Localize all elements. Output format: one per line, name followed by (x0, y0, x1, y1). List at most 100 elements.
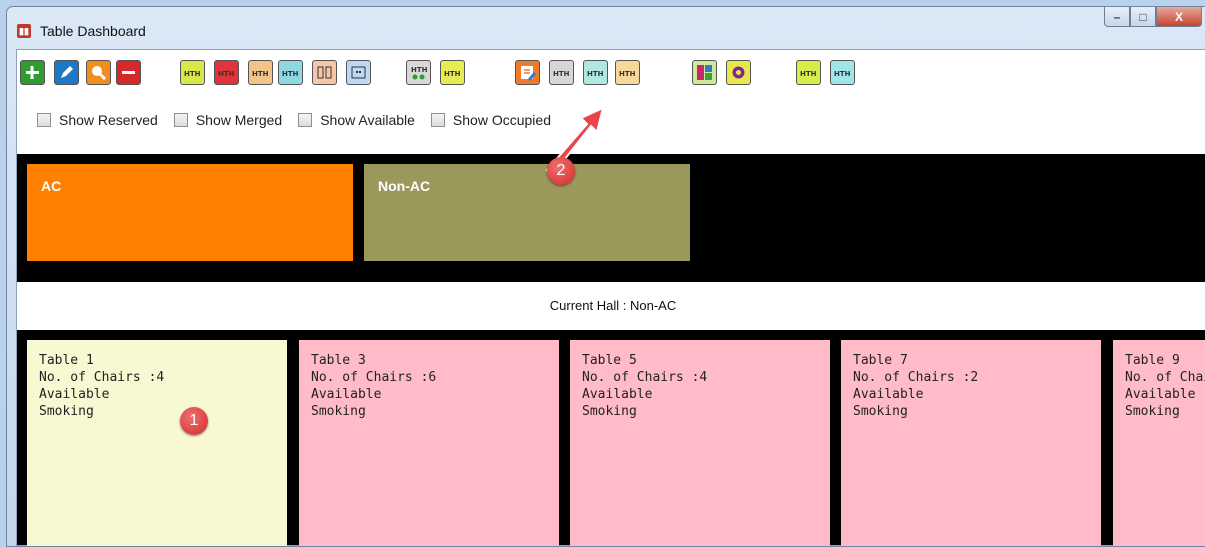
settings-button[interactable] (726, 60, 751, 85)
svg-text:HTH: HTH (834, 70, 851, 78)
table-card[interactable]: Table 3 No. of Chairs :6 Available Smoking (299, 340, 559, 546)
table-cross-icon: HTH (252, 70, 269, 78)
svg-text:HTH: HTH (184, 70, 201, 78)
table-card[interactable]: Table 5 No. of Chairs :4 Available Smoking (570, 340, 830, 546)
layout-button[interactable] (692, 60, 717, 85)
table-chairs: No. of Chairs :2 (853, 370, 979, 385)
hall-tile-non-ac[interactable]: Non-AC (364, 164, 690, 261)
table-list-button[interactable]: HTH (615, 60, 640, 85)
table-name: Table 3 (311, 353, 366, 368)
table-zone: Smoking (582, 404, 637, 419)
edit-icon (61, 66, 73, 78)
table-check-button[interactable]: HTH (180, 60, 205, 85)
settings-icon (732, 66, 745, 79)
table-red-icon: HTH (218, 70, 235, 78)
table-green-dots-icon: HTH (411, 66, 428, 80)
svg-text:HTH: HTH (282, 70, 299, 78)
add-button[interactable] (20, 60, 45, 85)
checkbox[interactable] (298, 113, 313, 127)
table-name: Table 7 (853, 353, 908, 368)
table-status: Available (1125, 387, 1196, 402)
table-yellow-check-icon: HTH (444, 70, 461, 78)
table-card[interactable]: Table 7 No. of Chairs :2 Available Smoking (841, 340, 1101, 546)
annotation-badge-2: 2 (547, 157, 575, 185)
table-name: Table 9 (1125, 353, 1180, 368)
client-area: HTH HTH HTH HTH HTH HTH HTH HTH HTH HTH HTH Show R… (16, 49, 1205, 546)
checkbox-label: Show Available (320, 112, 415, 128)
svg-text:HTH: HTH (444, 70, 461, 78)
layout-icon (697, 65, 712, 80)
table-chairs: No. of Chairs :4 (582, 370, 708, 385)
checkbox[interactable] (37, 113, 51, 127)
svg-text:HTH: HTH (587, 70, 604, 78)
current-hall-label: Current Hall : Non-AC (17, 282, 1205, 330)
table-name: Table 5 (582, 353, 637, 368)
minimize-button[interactable]: – (1104, 7, 1130, 27)
svg-text:HTH: HTH (218, 70, 235, 78)
table-card[interactable]: Table 1 No. of Chairs :4 Available Smoking (27, 340, 287, 546)
search-button[interactable] (86, 60, 111, 85)
table-status: Available (311, 387, 382, 402)
toolbar: HTH HTH HTH HTH HTH HTH HTH HTH HTH HTH HTH (20, 60, 1190, 90)
window-title: Table Dashboard (40, 23, 146, 39)
table-status: Available (39, 387, 110, 402)
filter-show-reserved[interactable]: Show Reserved (37, 112, 158, 128)
table-name: Table 1 (39, 353, 94, 368)
table-chairs: No. of Chairs :4 (1125, 370, 1205, 385)
table-zone: Smoking (39, 404, 94, 419)
table-dots-icon (351, 66, 366, 79)
table-dashboard-window: ▮▮ Table Dashboard – □ X HTH HTH HTH HTH HTH… (6, 6, 1205, 547)
table-chairs: No. of Chairs :4 (39, 370, 165, 385)
checkbox[interactable] (173, 113, 188, 127)
maximize-button[interactable]: □ (1130, 7, 1156, 27)
search-icon (92, 66, 107, 81)
table-green-dots-button[interactable]: HTH (406, 60, 431, 85)
table-down-button[interactable]: HTH (278, 60, 303, 85)
table-cross-button[interactable]: HTH (248, 60, 273, 85)
table-zone: Smoking (311, 404, 366, 419)
checkbox[interactable] (430, 113, 445, 127)
table-swap-button[interactable]: HTH (796, 60, 821, 85)
table-yellow-check-button[interactable]: HTH (440, 60, 465, 85)
table-red-button[interactable]: HTH (214, 60, 239, 85)
tables-panel: Table 1 No. of Chairs :4 Available Smoking T… (17, 330, 1205, 546)
table-status: Available (853, 387, 924, 402)
edit-note-button[interactable] (515, 60, 540, 85)
remove-button[interactable] (116, 60, 141, 85)
edit-button[interactable] (54, 60, 79, 85)
split-table-icon (317, 66, 332, 79)
svg-text:HTH: HTH (252, 70, 269, 78)
hall-name: AC (41, 178, 62, 194)
hall-tile-ac[interactable]: AC (27, 164, 353, 261)
remove-icon (122, 71, 135, 74)
table-list-icon: HTH (619, 70, 636, 78)
filter-show-occupied[interactable]: Show Occupied (430, 112, 551, 128)
svg-text:HTH: HTH (619, 70, 636, 78)
table-card[interactable]: Table 9 No. of Chairs :4 Available Smoking (1113, 340, 1205, 546)
close-button[interactable]: X (1156, 7, 1202, 27)
table-line-icon: HTH (553, 70, 570, 78)
svg-text:HTH: HTH (800, 70, 817, 78)
split-table-button[interactable] (312, 60, 337, 85)
title-bar: ▮▮ Table Dashboard – □ X (7, 7, 1205, 49)
table-return-button[interactable]: HTH (830, 60, 855, 85)
table-return-icon: HTH (834, 70, 851, 78)
table-dots-button[interactable] (346, 60, 371, 85)
checkbox-label: Show Merged (195, 112, 283, 128)
svg-text:HTH: HTH (553, 70, 570, 78)
filter-show-merged[interactable]: Show Merged (173, 112, 283, 128)
table-plus-icon: HTH (587, 70, 604, 78)
app-icon: ▮▮ (17, 24, 31, 38)
table-down-icon: HTH (282, 70, 299, 78)
table-check-icon: HTH (184, 70, 201, 78)
table-line-button[interactable]: HTH (549, 60, 574, 85)
table-zone: Smoking (1125, 404, 1180, 419)
filter-show-available[interactable]: Show Available (298, 112, 415, 128)
svg-text:HTH: HTH (411, 66, 428, 74)
table-chairs: No. of Chairs :6 (311, 370, 437, 385)
table-zone: Smoking (853, 404, 908, 419)
table-swap-icon: HTH (800, 70, 817, 78)
table-plus-button[interactable]: HTH (583, 60, 608, 85)
filter-checkboxes: Show Reserved Show Merged Show Available Sh… (37, 112, 567, 128)
hall-name: Non-AC (378, 178, 431, 194)
